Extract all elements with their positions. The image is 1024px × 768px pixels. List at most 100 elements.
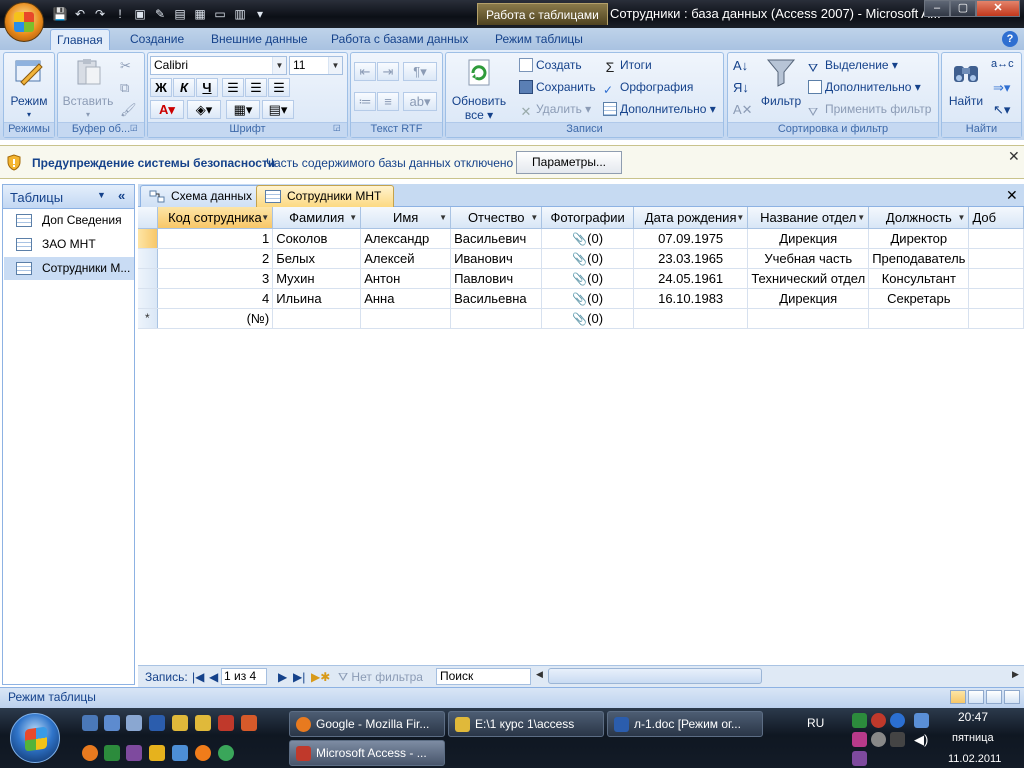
dialog-launcher-icon[interactable]: ◲ bbox=[333, 123, 341, 132]
design-view-icon[interactable] bbox=[1004, 690, 1020, 704]
column-header[interactable]: Фамилия ▼ bbox=[272, 207, 362, 229]
table-cell[interactable]: Директор bbox=[868, 228, 970, 249]
show-desktop-icon[interactable] bbox=[82, 715, 98, 731]
close-button[interactable]: ✕ bbox=[976, 0, 1020, 17]
table-cell[interactable]: Соколов bbox=[272, 228, 362, 249]
tray-app-icon[interactable] bbox=[890, 732, 905, 747]
maximize-button[interactable]: ▢ bbox=[950, 0, 976, 17]
tray-app-icon[interactable] bbox=[852, 713, 867, 728]
copy-icon[interactable]: ⧉ bbox=[120, 80, 129, 96]
nav-item-dop-svedeniya[interactable]: Доп Сведения bbox=[4, 209, 134, 232]
table-cell[interactable]: Секретарь bbox=[868, 288, 970, 309]
pivot-table-view-icon[interactable] bbox=[968, 690, 984, 704]
table-cell[interactable]: Ильина bbox=[272, 288, 362, 309]
chevron-down-icon[interactable]: ▼ bbox=[349, 213, 357, 222]
table-cell[interactable] bbox=[968, 268, 1024, 289]
bold-button[interactable]: Ж bbox=[150, 78, 172, 97]
record-position-input[interactable]: 1 из 4 bbox=[221, 668, 267, 685]
new-record-icon[interactable]: ▶✱ bbox=[311, 670, 330, 684]
app-icon[interactable] bbox=[172, 745, 188, 761]
table-cell[interactable]: Преподаватель bbox=[868, 248, 970, 269]
table-cell[interactable] bbox=[633, 308, 749, 329]
table-cell[interactable] bbox=[272, 308, 362, 329]
attachment-cell[interactable]: 📎(0) bbox=[541, 288, 634, 309]
report-icon[interactable]: ▥ bbox=[232, 6, 248, 22]
table-cell[interactable]: Васильевна bbox=[450, 288, 543, 309]
dialog-launcher-icon[interactable]: ◲ bbox=[130, 123, 138, 132]
new-record-button[interactable]: Создать bbox=[519, 56, 582, 74]
increase-indent-icon[interactable]: ⇥ bbox=[377, 62, 399, 81]
table-cell[interactable]: Анна bbox=[360, 288, 452, 309]
search-input[interactable]: Поиск bbox=[436, 668, 531, 685]
taskbar-explorer[interactable]: E:\1 курс 1\access bbox=[448, 711, 604, 737]
delete-record-button[interactable]: ✕ Удалить ▾ bbox=[519, 100, 592, 119]
advanced-filter-button[interactable]: Дополнительно ▾ bbox=[808, 78, 921, 96]
exclamation-icon[interactable]: ! bbox=[112, 6, 128, 22]
switch-windows-icon[interactable] bbox=[126, 715, 142, 731]
taskbar-access[interactable]: Microsoft Access - ... bbox=[289, 740, 445, 766]
next-record-icon[interactable]: ▶ bbox=[278, 670, 287, 684]
scroll-left-icon[interactable]: ◀ bbox=[536, 669, 543, 680]
excel-icon[interactable] bbox=[104, 745, 120, 761]
tab-database-tools[interactable]: Работа с базами данных bbox=[325, 29, 474, 50]
autonumber-placeholder[interactable]: (№) bbox=[157, 308, 274, 329]
taskbar-word[interactable]: л-1.doc [Режим ог... bbox=[607, 711, 763, 737]
utility-icon[interactable] bbox=[149, 745, 165, 761]
access-icon[interactable] bbox=[218, 715, 234, 731]
highlight-icon[interactable]: ab▾ bbox=[403, 92, 437, 111]
network-icon[interactable] bbox=[914, 713, 929, 728]
row-selector[interactable] bbox=[138, 248, 158, 269]
firefox-icon[interactable] bbox=[82, 745, 98, 761]
pivot-chart-view-icon[interactable] bbox=[986, 690, 1002, 704]
table-icon[interactable]: ▦ bbox=[192, 6, 208, 22]
chevron-down-icon[interactable]: ▼ bbox=[530, 213, 538, 222]
attachment-cell[interactable]: 📎(0) bbox=[541, 308, 634, 329]
more-records-button[interactable]: Дополнительно ▾ bbox=[603, 100, 716, 118]
refresh-all-button[interactable]: Обновить все ▾ bbox=[448, 56, 510, 122]
table-cell[interactable]: 07.09.1975 bbox=[633, 228, 749, 249]
filter-button[interactable]: Фильтр bbox=[759, 56, 803, 108]
volume-icon[interactable]: ◀) bbox=[914, 732, 929, 747]
chevron-down-icon[interactable]: ▼ bbox=[97, 190, 106, 200]
table-cell[interactable]: Белых bbox=[272, 248, 362, 269]
font-size-combo[interactable]: 11 ▼ bbox=[289, 56, 343, 75]
first-record-icon[interactable]: |◀ bbox=[192, 670, 204, 684]
cut-icon[interactable]: ✂ bbox=[120, 58, 131, 74]
new-row-marker[interactable]: * bbox=[138, 308, 158, 329]
attachment-cell[interactable]: 📎(0) bbox=[541, 268, 634, 289]
attachment-cell[interactable]: 📎(0) bbox=[541, 228, 634, 249]
folder-icon[interactable] bbox=[195, 715, 211, 731]
table-cell[interactable] bbox=[747, 308, 870, 329]
office-button[interactable] bbox=[4, 2, 44, 42]
no-filter-button[interactable]: ⛛ Нет фильтра bbox=[338, 670, 423, 685]
goto-icon[interactable]: ⇒▾ bbox=[993, 80, 1010, 96]
column-header[interactable]: Доб bbox=[968, 207, 1024, 229]
selection-button[interactable]: ⛛ Выделение ▾ bbox=[808, 56, 898, 75]
table-cell[interactable] bbox=[868, 308, 970, 329]
table-cell[interactable]: Дирекция bbox=[747, 288, 870, 309]
prev-record-icon[interactable]: ◀ bbox=[209, 670, 218, 684]
paint-icon[interactable] bbox=[126, 745, 142, 761]
font-color-icon[interactable]: A▾ bbox=[150, 100, 184, 119]
bullets-icon[interactable]: ≔ bbox=[354, 92, 376, 111]
table-cell[interactable]: 2 bbox=[157, 248, 274, 269]
save-record-button[interactable]: Сохранить bbox=[519, 78, 596, 96]
clear-sort-icon[interactable]: A✕ bbox=[733, 102, 753, 118]
tray-app-icon[interactable] bbox=[890, 713, 905, 728]
paragraph-icon[interactable]: ¶▾ bbox=[403, 62, 437, 81]
word-icon[interactable] bbox=[149, 715, 165, 731]
decrease-indent-icon[interactable]: ⇤ bbox=[354, 62, 376, 81]
column-header[interactable]: Фотографии bbox=[541, 207, 634, 229]
table-cell[interactable]: 4 bbox=[157, 288, 274, 309]
tray-app-icon[interactable] bbox=[871, 713, 886, 728]
table-cell[interactable] bbox=[968, 228, 1024, 249]
folder-icon[interactable] bbox=[172, 715, 188, 731]
close-icon[interactable]: ✕ bbox=[1008, 148, 1020, 165]
chevron-down-icon[interactable]: ▼ bbox=[958, 213, 966, 222]
column-header[interactable]: Отчество ▼ bbox=[450, 207, 543, 229]
select-all-cell[interactable] bbox=[138, 207, 158, 229]
edit-icon[interactable]: ✎ bbox=[152, 6, 168, 22]
tab-external-data[interactable]: Внешние данные bbox=[205, 29, 314, 50]
minimize-button[interactable]: – bbox=[924, 0, 950, 17]
table-cell[interactable]: 16.10.1983 bbox=[633, 288, 749, 309]
